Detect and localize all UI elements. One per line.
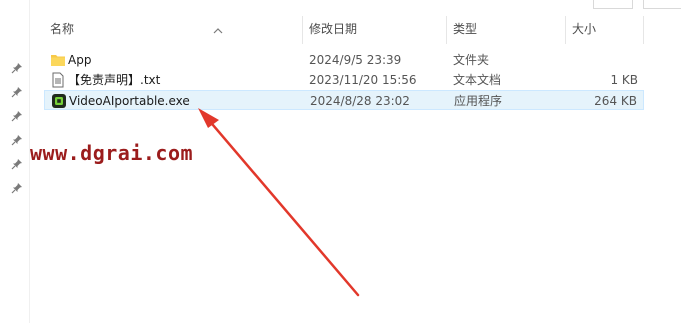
column-header-size[interactable]: 大小 [572,14,596,44]
file-modified-date: 2024/8/28 23:02 [310,94,410,108]
folder-icon [51,55,65,66]
toolbar-box-left [593,0,633,9]
file-row-disclaimer[interactable]: 【免责声明】.txt 2023/11/20 15:56 文本文档 1 KB [44,70,644,90]
column-header-type[interactable]: 类型 [453,14,477,44]
app-exe-icon [52,94,66,108]
file-name: VideoAIportable.exe [69,94,190,108]
top-strip [0,0,681,10]
file-type: 文本文档 [453,73,502,87]
column-header-name[interactable]: 名称 [50,14,74,44]
column-header-modified[interactable]: 修改日期 [309,14,357,44]
toolbar-box-right [643,0,681,9]
file-name: App [68,53,92,67]
column-separator[interactable] [446,16,447,44]
file-size: 1 KB [610,73,638,87]
text-file-icon [52,72,64,88]
column-separator[interactable] [565,16,566,44]
file-row-videoaiportable[interactable]: VideoAIportable.exe 2024/8/28 23:02 应用程序… [44,90,644,110]
pin-icon[interactable] [11,86,23,98]
watermark-text: www.dgrai.com [30,141,194,165]
column-separator[interactable] [302,16,303,44]
pin-icon[interactable] [11,182,23,194]
file-size: 264 KB [594,94,637,108]
navigation-pane [0,0,30,323]
column-header-bar: 名称 修改日期 类型 大小 [44,14,644,44]
file-name: 【免责声明】.txt [68,73,161,87]
annotation-arrow-head [198,108,219,128]
pin-icon[interactable] [11,134,23,146]
file-modified-date: 2023/11/20 15:56 [309,73,417,87]
file-type: 文件夹 [453,53,490,67]
file-type: 应用程序 [454,94,503,108]
pin-icon[interactable] [11,62,23,74]
pin-icon[interactable] [11,158,23,170]
file-row-app[interactable]: App 2024/9/5 23:39 文件夹 [44,50,644,70]
annotation-arrow-shaft [205,116,360,297]
sort-ascending-icon [213,28,223,34]
column-separator[interactable] [643,16,644,44]
file-modified-date: 2024/9/5 23:39 [309,53,402,67]
pin-icon[interactable] [11,110,23,122]
